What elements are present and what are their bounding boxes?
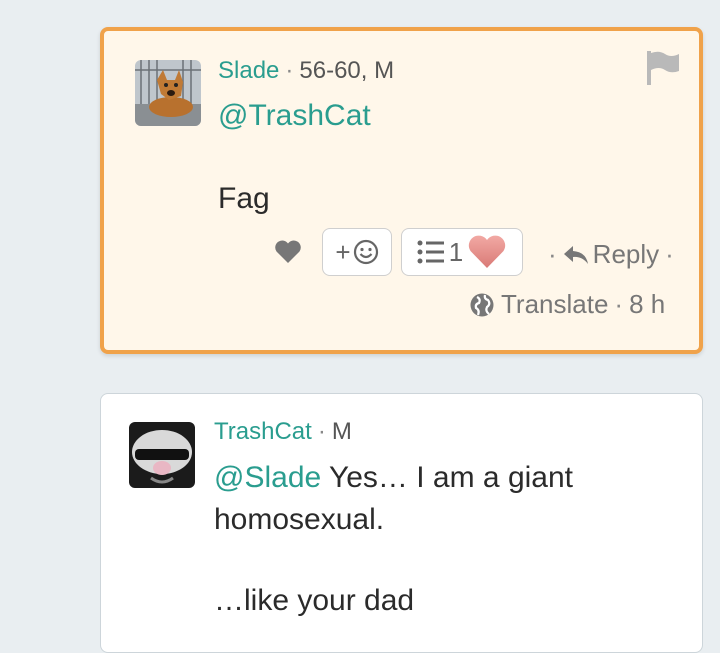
mention-link[interactable]: @Slade [214, 461, 321, 494]
comment-card-slade: Slade · 56-60, M @TrashCat Fag + 1 · Rep… [100, 27, 703, 354]
flag-icon[interactable] [643, 49, 681, 92]
comment-meta: TrashCat · M [214, 418, 352, 445]
globe-icon [470, 293, 494, 316]
avatar[interactable] [135, 60, 201, 126]
username-link[interactable]: TrashCat [214, 418, 312, 445]
username-link[interactable]: Slade [218, 57, 279, 84]
translate-label: Translate [501, 289, 609, 319]
reaction-count: 1 [448, 236, 464, 267]
list-icon [417, 240, 444, 264]
heart-icon[interactable] [274, 240, 302, 269]
comment-text-line: …like your dad [214, 584, 415, 617]
add-reaction-button[interactable]: + [322, 228, 392, 276]
translate-button[interactable]: Translate · 8 h [469, 289, 665, 320]
reply-label: Reply [592, 239, 660, 269]
comment-card-trashcat: TrashCat · M @Slade Yes… I am a giant homo… [100, 393, 703, 653]
comment-text: @Slade Yes… I am a giant [214, 458, 573, 498]
avatar[interactable] [129, 422, 195, 488]
comment-text: Fag [218, 182, 270, 215]
comment-meta: Slade · 56-60, M [218, 57, 395, 84]
reactions-list-button[interactable]: 1 [401, 228, 523, 276]
comment-mention: @TrashCat [218, 96, 371, 136]
comment-text-line: homosexual. [214, 503, 385, 536]
user-demographic: 56-60, M [299, 57, 395, 84]
mention-link[interactable]: @TrashCat [218, 99, 371, 132]
emoji-add-icon [353, 239, 378, 265]
pink-heart-icon [469, 235, 506, 268]
reply-arrow-icon [563, 245, 588, 264]
user-demographic: M [331, 418, 352, 445]
reply-button[interactable]: · Reply · [542, 239, 680, 270]
comment-text-line: Yes… I am a giant [321, 461, 574, 494]
comment-time: 8 h [629, 289, 666, 319]
